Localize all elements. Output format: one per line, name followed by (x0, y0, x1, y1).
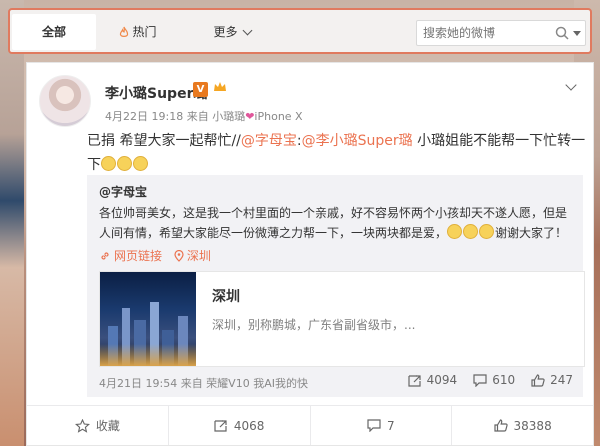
repost-text-end: 谢谢大家了！ (495, 226, 568, 240)
repost-comment[interactable]: 610 (473, 373, 515, 387)
comment-icon (473, 373, 487, 387)
card-menu-chevron-icon[interactable] (565, 79, 577, 91)
forward-count: 4094 (426, 373, 458, 387)
top-nav: 全部 热门 更多 (8, 8, 592, 54)
post-meta: 4月22日 19:18 来自 小璐璐❤iPhone X (105, 108, 303, 124)
repost-forward[interactable]: 4094 (408, 373, 458, 387)
crown-icon (213, 81, 227, 93)
repost-text: 各位帅哥美女，这是我一个村里面的一个亲戚，好不容易怀两个小孩却天不遂人愿，但是人… (99, 203, 569, 243)
comment-count: 7 (387, 418, 395, 433)
favorite-label: 收藏 (95, 419, 120, 433)
mention-link[interactable]: @字母宝 (241, 133, 297, 149)
repost-links: 网页链接 深圳 (99, 247, 219, 265)
thumbs-up-icon (531, 373, 545, 387)
search-icon[interactable] (555, 26, 569, 40)
repost-author[interactable]: @字母宝 (99, 183, 147, 200)
web-link-label: 网页链接 (114, 249, 163, 263)
thumbs-up-icon (493, 419, 508, 432)
like-button[interactable]: 38388 (452, 406, 593, 445)
favorite-button[interactable]: 收藏 (27, 406, 169, 445)
web-link[interactable]: 网页链接 (99, 247, 162, 264)
tab-more-label: 更多 (213, 25, 238, 39)
link-card-description: 深圳，别称鹏城，广东省副省级市，... (212, 318, 416, 332)
tab-hot[interactable]: 热门 (96, 14, 180, 50)
forward-button[interactable]: 4068 (169, 406, 311, 445)
search-dropdown-icon[interactable] (573, 31, 581, 36)
action-bar: 收藏 4068 7 38388 (27, 405, 593, 445)
emoji-icon (447, 224, 463, 239)
emoji-icon (479, 224, 495, 239)
repost-box: @字母宝 各位帅哥美女，这是我一个村里面的一个亲戚，好不容易怀两个小孩却天不遂人… (87, 175, 585, 397)
repost-meta: 4月21日 19:54 来自 荣耀V10 我AI我的快 (99, 377, 308, 390)
tab-bar: 全部 热门 更多 (12, 14, 274, 50)
emoji-icon (101, 156, 116, 171)
flame-icon (119, 26, 129, 38)
comment-count: 610 (492, 373, 516, 387)
tab-hot-label: 热门 (132, 25, 157, 39)
star-icon (74, 418, 90, 433)
tab-all[interactable]: 全部 (12, 14, 96, 50)
comment-button[interactable]: 7 (311, 406, 453, 445)
post-source[interactable]: 小璐璐 (212, 110, 245, 123)
link-card-title: 深圳 (212, 289, 240, 305)
post-text-intro: 已捐 希望大家一起帮忙// (87, 133, 241, 149)
avatar[interactable] (39, 75, 91, 127)
repost-like[interactable]: 247 (531, 373, 573, 387)
verified-icon: V (193, 82, 208, 97)
city-thumbnail-image (100, 272, 196, 366)
link-icon (99, 250, 111, 262)
search-input[interactable] (423, 24, 543, 42)
mention-link[interactable]: @李小璐Super璐 (302, 133, 413, 149)
like-count: 38388 (513, 418, 552, 433)
location-pin-icon (174, 249, 184, 262)
forward-icon (214, 419, 228, 432)
link-card[interactable]: 深圳 深圳，别称鹏城，广东省副省级市，... (99, 271, 585, 367)
forward-count: 4068 (233, 418, 265, 433)
chevron-down-icon (242, 25, 252, 35)
location-link[interactable]: 深圳 (174, 247, 211, 264)
search-box (416, 20, 586, 46)
post-source-device: iPhone X (254, 110, 303, 123)
like-count: 247 (550, 373, 573, 387)
post-date[interactable]: 4月22日 19:18 (105, 110, 183, 123)
forward-icon (408, 374, 422, 387)
post-text: 已捐 希望大家一起帮忙//@字母宝:@李小璐Super璐 小璐姐能不能帮一下忙转… (87, 129, 587, 177)
post-card: 李小璐Super璐 V 4月22日 19:18 来自 小璐璐❤iPhone X … (26, 62, 594, 446)
repost-stats: 4094 610 247 (408, 373, 573, 387)
source-prefix: 来自 (186, 110, 209, 123)
emoji-icon (117, 156, 132, 171)
location-link-label: 深圳 (186, 249, 211, 263)
emoji-icon (463, 224, 479, 239)
tab-more[interactable]: 更多 (190, 14, 274, 50)
background-left (0, 0, 24, 446)
comment-icon (367, 419, 381, 432)
emoji-icon (133, 156, 148, 171)
